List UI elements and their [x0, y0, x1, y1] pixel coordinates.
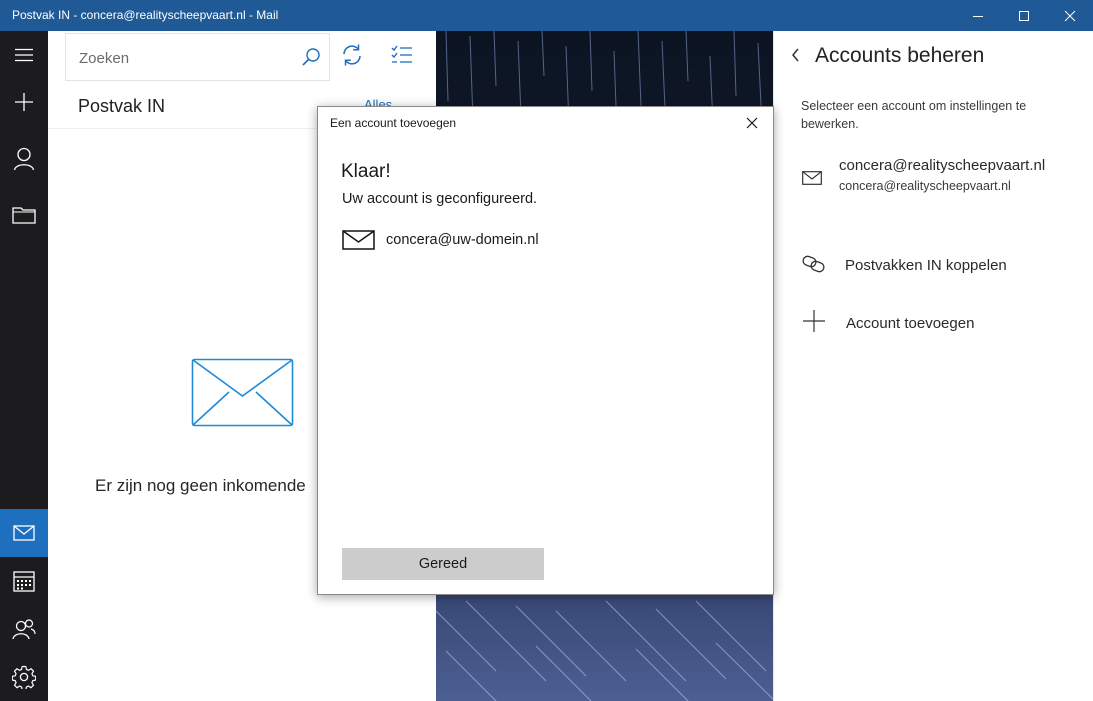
folder-title: Postvak IN [78, 96, 166, 116]
mail-icon [342, 230, 375, 250]
account-email: concera@realityscheepvaart.nl [839, 179, 1011, 193]
search-box[interactable]: Zoeken [65, 33, 330, 81]
close-window-button[interactable] [1047, 0, 1093, 31]
settings-nav-button[interactable] [0, 657, 48, 697]
dialog-title: Een account toevoegen [330, 116, 457, 130]
envelope-icon [191, 358, 294, 427]
configured-account-mail-icon [342, 230, 375, 255]
accounts-button[interactable] [0, 139, 48, 179]
minimize-button[interactable] [955, 0, 1001, 31]
mail-nav-button[interactable] [0, 509, 48, 557]
search-icon [302, 48, 320, 66]
people-nav-button[interactable] [0, 609, 48, 649]
sync-button[interactable] [340, 43, 364, 72]
navigation-rail [0, 31, 48, 701]
link-inboxes-button[interactable]: Postvakken IN koppelen [801, 251, 1081, 281]
close-icon [1064, 10, 1076, 21]
add-account-dialog: Een account toevoegen Klaar! Uw account … [317, 106, 774, 595]
checklist-icon [391, 45, 412, 63]
dialog-message: Uw account is geconfigureerd. [342, 191, 538, 207]
new-mail-button[interactable] [0, 82, 48, 122]
calendar-icon [13, 571, 35, 592]
people-icon [12, 619, 36, 640]
plus-icon [803, 310, 825, 332]
plus-icon [15, 93, 33, 111]
minimize-icon [973, 15, 983, 17]
accounts-heading: Accounts beheren [815, 44, 985, 67]
link-inboxes-label: Postvakken IN koppelen [845, 257, 1007, 274]
mail-icon [802, 171, 822, 185]
maximize-icon [1019, 10, 1029, 21]
hamburger-button[interactable] [0, 35, 48, 75]
dialog-heading: Klaar! [341, 161, 391, 182]
sync-icon [343, 44, 361, 66]
select-mode-button[interactable] [390, 43, 414, 72]
empty-inbox-illustration [191, 358, 295, 433]
empty-inbox-message: Er zijn nog geen inkomende [95, 476, 306, 495]
maximize-button[interactable] [1001, 0, 1047, 31]
gear-icon [12, 665, 36, 689]
folder-icon [12, 207, 36, 224]
link-icon [802, 255, 825, 273]
dialog-close-button[interactable] [742, 114, 762, 132]
search-button[interactable] [301, 47, 321, 72]
title-bar: Postvak IN - concera@realityscheepvaart.… [0, 0, 1093, 31]
account-name: concera@realityscheepvaart.nl [839, 157, 1046, 174]
back-button[interactable] [790, 47, 802, 68]
configured-account: concera@uw-domein.nl [342, 228, 642, 252]
calendar-nav-button[interactable] [0, 561, 48, 601]
add-account-label: Account toevoegen [846, 315, 975, 332]
hamburger-icon [15, 48, 33, 62]
accounts-hint: Selecteer een account om instellingen te… [801, 99, 1027, 131]
folders-button[interactable] [0, 195, 48, 235]
configured-account-address: concera@uw-domein.nl [386, 232, 539, 248]
accounts-pane: Accounts beheren Selecteer een account o… [773, 31, 1093, 701]
search-input[interactable]: Zoeken [79, 50, 129, 67]
done-button[interactable]: Gereed [342, 548, 544, 580]
account-mail-icon [802, 171, 822, 190]
person-icon [13, 147, 35, 171]
close-icon [746, 117, 758, 129]
add-account-button[interactable]: Account toevoegen [801, 308, 1081, 338]
window-title: Postvak IN - concera@realityscheepvaart.… [12, 8, 279, 22]
chevron-left-icon [792, 48, 799, 62]
mail-icon [13, 525, 35, 541]
account-item[interactable]: concera@realityscheepvaart.nl concera@re… [801, 157, 1081, 199]
